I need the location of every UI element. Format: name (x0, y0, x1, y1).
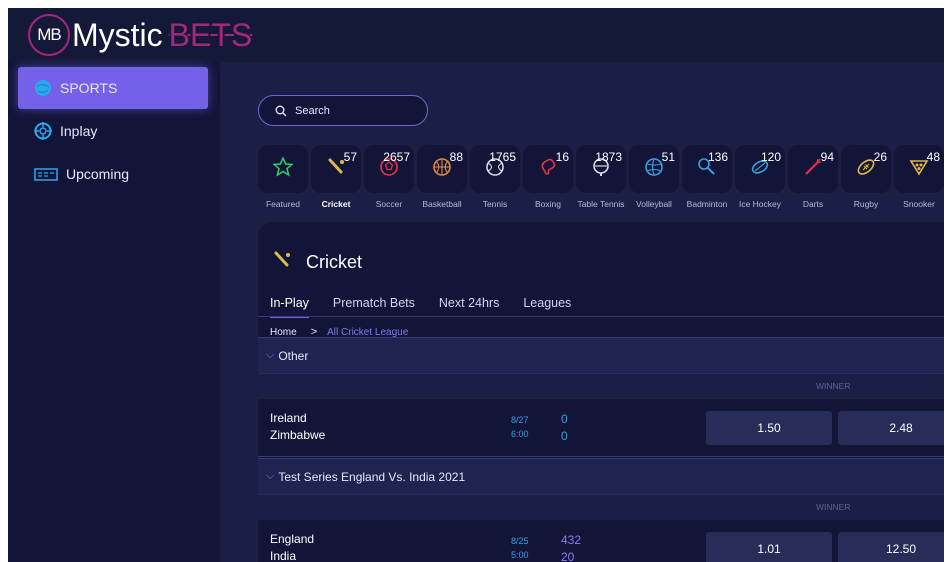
market-header: WINNER (258, 494, 944, 520)
sports-carousel: Featured 57 Cricket 2657 Soccer 88 Baske… (258, 145, 944, 225)
logo-badge: MB (28, 14, 70, 56)
sport-snooker[interactable]: 48 Snooker (894, 145, 944, 210)
chevron-down-icon: ⌵ (266, 470, 275, 482)
sidebar-item-sports[interactable]: SPORTS (18, 67, 208, 109)
tab-bar: In-Play Prematch Bets Next 24hrs Leagues (270, 296, 595, 318)
tab-next-24hrs[interactable]: Next 24hrs (439, 296, 499, 318)
sport-featured[interactable]: Featured (258, 145, 308, 210)
odds-button[interactable]: 1.50 (706, 411, 832, 445)
team-away: Zimbabwe (270, 428, 326, 442)
sport-ice-hockey[interactable]: 120 Ice Hockey (735, 145, 785, 210)
target-icon (34, 122, 52, 140)
odds-button[interactable]: 1.01 (706, 532, 832, 562)
match-time: 5:00 (511, 550, 529, 560)
logo[interactable]: MB Mystic BETS (28, 14, 252, 56)
sidebar: SPORTS Inplay Upcoming (8, 62, 220, 562)
score-home: 0 (561, 412, 568, 426)
search-icon (275, 105, 287, 116)
app-window: MB Mystic BETS SPORTS Inplay Upcoming Se… (8, 8, 944, 562)
sport-panel: Cricket In-Play Prematch Bets Next 24hrs… (258, 222, 944, 562)
search-placeholder: Search (295, 104, 330, 117)
chevron-down-icon: ⌵ (266, 349, 275, 361)
match-row[interactable]: Ireland Zimbabwe 8/27 6:00 0 0 1.50 2.48 (258, 399, 944, 457)
team-home: Ireland (270, 411, 307, 425)
match-date: 8/27 (511, 415, 529, 425)
group-header-other[interactable]: ⌵ Other (258, 337, 944, 373)
header: MB Mystic BETS (8, 8, 944, 62)
group-header-test-series[interactable]: ⌵ Test Series England Vs. India 2021 (258, 458, 944, 494)
sport-darts[interactable]: 94 Darts (788, 145, 838, 210)
sport-volleyball[interactable]: 51 Volleyball (629, 145, 679, 210)
main-content: Search Featured 57 Cricket 2657 Soccer 8… (220, 62, 944, 562)
market-header: WINNER (258, 373, 944, 399)
odds-button[interactable]: 12.50 (838, 532, 944, 562)
sport-soccer[interactable]: 2657 Soccer (364, 145, 414, 210)
team-away: India (270, 549, 297, 562)
sidebar-item-inplay[interactable]: Inplay (18, 110, 208, 152)
cricket-bat-icon (272, 250, 306, 275)
sport-boxing[interactable]: 16 Boxing (523, 145, 573, 210)
sidebar-item-label: Upcoming (66, 166, 130, 182)
sidebar-item-label: Inplay (60, 123, 98, 139)
breadcrumb-home[interactable]: Home (270, 327, 297, 338)
sidebar-item-label: SPORTS (60, 80, 118, 96)
score-away: 20 (561, 550, 575, 562)
logo-text: Mystic (72, 16, 163, 53)
team-home: England (270, 532, 315, 546)
score-away: 0 (561, 429, 568, 443)
tab-in-play[interactable]: In-Play (270, 296, 309, 318)
tab-leagues[interactable]: Leagues (523, 296, 571, 318)
tab-prematch-bets[interactable]: Prematch Bets (333, 296, 415, 318)
match-date: 8/25 (511, 536, 529, 546)
divider (258, 316, 944, 317)
calendar-icon (34, 165, 58, 183)
star-icon (272, 155, 294, 182)
odds-button[interactable]: 2.48 (838, 411, 944, 445)
sport-basketball[interactable]: 88 Basketball (417, 145, 467, 210)
search-input[interactable]: Search (258, 95, 428, 126)
sport-tennis[interactable]: 1765 Tennis (470, 145, 520, 210)
logo-text-accent: BETS (168, 16, 253, 53)
page-title: Cricket (272, 250, 362, 275)
sport-cricket[interactable]: 57 Cricket (311, 145, 361, 210)
breadcrumb-current[interactable]: All Cricket League (327, 327, 408, 338)
match-time: 6:00 (511, 429, 529, 439)
sport-badminton[interactable]: 136 Badminton (682, 145, 732, 210)
globe-icon (34, 79, 52, 97)
score-home: 432 (561, 533, 582, 547)
sidebar-item-upcoming[interactable]: Upcoming (18, 153, 208, 195)
match-row[interactable]: England India 8/25 5:00 432 20 1.01 12.5… (258, 520, 944, 562)
sport-table-tennis[interactable]: 1873 Table Tennis (576, 145, 626, 210)
sport-rugby[interactable]: 26 Rugby (841, 145, 891, 210)
